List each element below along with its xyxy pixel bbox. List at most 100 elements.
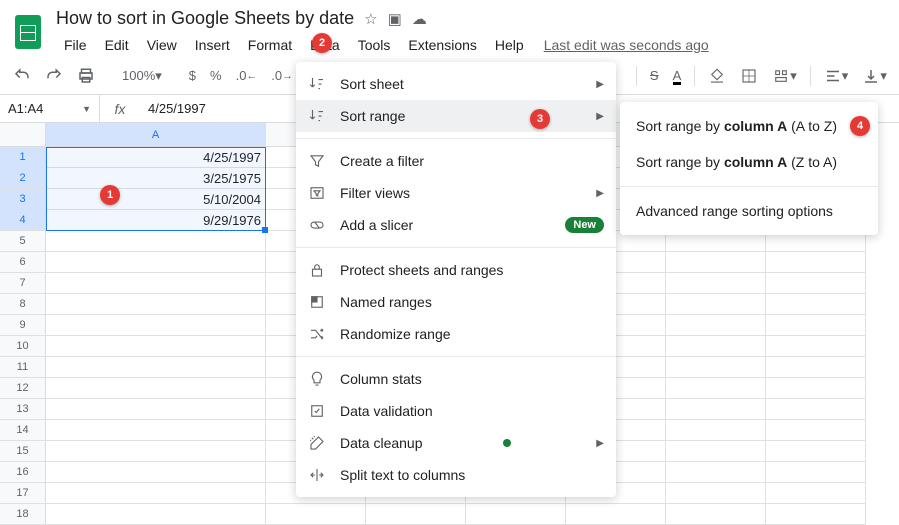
row-header[interactable]: 1	[0, 147, 46, 168]
move-icon[interactable]: ▣	[388, 10, 402, 28]
cell[interactable]	[366, 504, 466, 525]
menu-sort-range[interactable]: Sort range▶	[296, 100, 616, 132]
menu-data-cleanup[interactable]: Data cleanup▶	[296, 427, 616, 459]
sheets-logo[interactable]	[8, 12, 48, 52]
cell[interactable]	[766, 504, 866, 525]
menu-add-slicer[interactable]: Add a slicerNew	[296, 209, 616, 241]
star-icon[interactable]: ☆	[364, 10, 377, 28]
row-header[interactable]: 18	[0, 504, 46, 525]
cell[interactable]	[46, 252, 266, 273]
cell[interactable]	[46, 420, 266, 441]
cell[interactable]	[46, 504, 266, 525]
menu-tools[interactable]: Tools	[350, 33, 399, 57]
menu-filter-views[interactable]: Filter views▶	[296, 177, 616, 209]
cell[interactable]	[666, 378, 766, 399]
cell[interactable]: 9/29/1976	[46, 210, 266, 231]
cell[interactable]	[46, 294, 266, 315]
align-icon[interactable]: ▾	[819, 63, 854, 89]
cell[interactable]	[46, 378, 266, 399]
cell[interactable]	[46, 336, 266, 357]
cell[interactable]	[766, 315, 866, 336]
submenu-sort-za[interactable]: Sort range by column A (Z to A)	[620, 144, 878, 180]
cell[interactable]	[766, 441, 866, 462]
redo-icon[interactable]	[40, 63, 68, 89]
cell[interactable]	[46, 441, 266, 462]
menu-view[interactable]: View	[139, 33, 185, 57]
borders-icon[interactable]	[735, 63, 763, 89]
cell[interactable]	[666, 252, 766, 273]
submenu-sort-az[interactable]: Sort range by column A (A to Z)	[620, 108, 878, 144]
menu-help[interactable]: Help	[487, 33, 532, 57]
cell[interactable]	[46, 483, 266, 504]
fill-color-icon[interactable]	[703, 63, 731, 89]
menu-format[interactable]: Format	[240, 33, 300, 57]
cell[interactable]	[766, 420, 866, 441]
row-header[interactable]: 16	[0, 462, 46, 483]
doc-title[interactable]: How to sort in Google Sheets by date	[56, 8, 354, 29]
cell[interactable]: 5/10/2004	[46, 189, 266, 210]
row-header[interactable]: 10	[0, 336, 46, 357]
cell[interactable]	[766, 399, 866, 420]
cell[interactable]	[766, 357, 866, 378]
cell[interactable]	[46, 357, 266, 378]
cell[interactable]	[766, 462, 866, 483]
row-header[interactable]: 2	[0, 168, 46, 189]
undo-icon[interactable]	[8, 63, 36, 89]
menu-sort-sheet[interactable]: Sort sheet▶	[296, 68, 616, 100]
menu-extensions[interactable]: Extensions	[400, 33, 484, 57]
cell[interactable]: 3/25/1975	[46, 168, 266, 189]
menu-named-ranges[interactable]: Named ranges	[296, 286, 616, 318]
cell[interactable]	[766, 252, 866, 273]
row-header[interactable]: 12	[0, 378, 46, 399]
cell[interactable]	[46, 462, 266, 483]
menu-column-stats[interactable]: Column stats	[296, 363, 616, 395]
menu-protect[interactable]: Protect sheets and ranges	[296, 254, 616, 286]
cell[interactable]	[666, 504, 766, 525]
valign-icon[interactable]: ▾	[857, 63, 892, 89]
zoom[interactable]: 100% ▾	[116, 64, 168, 88]
cell[interactable]	[46, 231, 266, 252]
menu-edit[interactable]: Edit	[97, 33, 137, 57]
cell[interactable]	[46, 273, 266, 294]
print-icon[interactable]	[72, 63, 100, 89]
select-all-corner[interactable]	[0, 123, 46, 147]
row-header[interactable]: 6	[0, 252, 46, 273]
formula-bar[interactable]: 4/25/1997	[140, 101, 214, 116]
row-header[interactable]: 15	[0, 441, 46, 462]
menu-file[interactable]: File	[56, 33, 95, 57]
decimal-inc-icon[interactable]: .0→	[266, 64, 298, 87]
cell[interactable]	[466, 504, 566, 525]
merge-icon[interactable]: ▾	[767, 63, 802, 89]
cell[interactable]	[46, 315, 266, 336]
cell[interactable]	[666, 294, 766, 315]
cell[interactable]	[666, 420, 766, 441]
menu-insert[interactable]: Insert	[187, 33, 238, 57]
cell[interactable]	[46, 399, 266, 420]
name-box[interactable]: A1:A4▼	[0, 95, 100, 122]
row-header[interactable]: 8	[0, 294, 46, 315]
decimal-dec-icon[interactable]: .0←	[231, 64, 263, 87]
row-header[interactable]: 17	[0, 483, 46, 504]
cell[interactable]	[666, 315, 766, 336]
row-header[interactable]: 14	[0, 420, 46, 441]
cell[interactable]	[666, 399, 766, 420]
menu-data-validation[interactable]: Data validation	[296, 395, 616, 427]
text-color-icon[interactable]: A	[668, 64, 687, 87]
menu-create-filter[interactable]: Create a filter	[296, 145, 616, 177]
col-header-a[interactable]: A	[46, 123, 266, 147]
cell[interactable]	[766, 273, 866, 294]
cell[interactable]	[766, 378, 866, 399]
cell[interactable]	[766, 336, 866, 357]
cell[interactable]	[666, 273, 766, 294]
cell[interactable]	[666, 357, 766, 378]
cell[interactable]	[766, 294, 866, 315]
row-header[interactable]: 7	[0, 273, 46, 294]
cell[interactable]	[666, 483, 766, 504]
menu-split-text[interactable]: Split text to columns	[296, 459, 616, 491]
cell[interactable]	[766, 483, 866, 504]
strikethrough-icon[interactable]: S	[645, 64, 664, 87]
row-header[interactable]: 13	[0, 399, 46, 420]
cell[interactable]	[266, 504, 366, 525]
submenu-advanced[interactable]: Advanced range sorting options	[620, 193, 878, 229]
cell[interactable]	[666, 462, 766, 483]
